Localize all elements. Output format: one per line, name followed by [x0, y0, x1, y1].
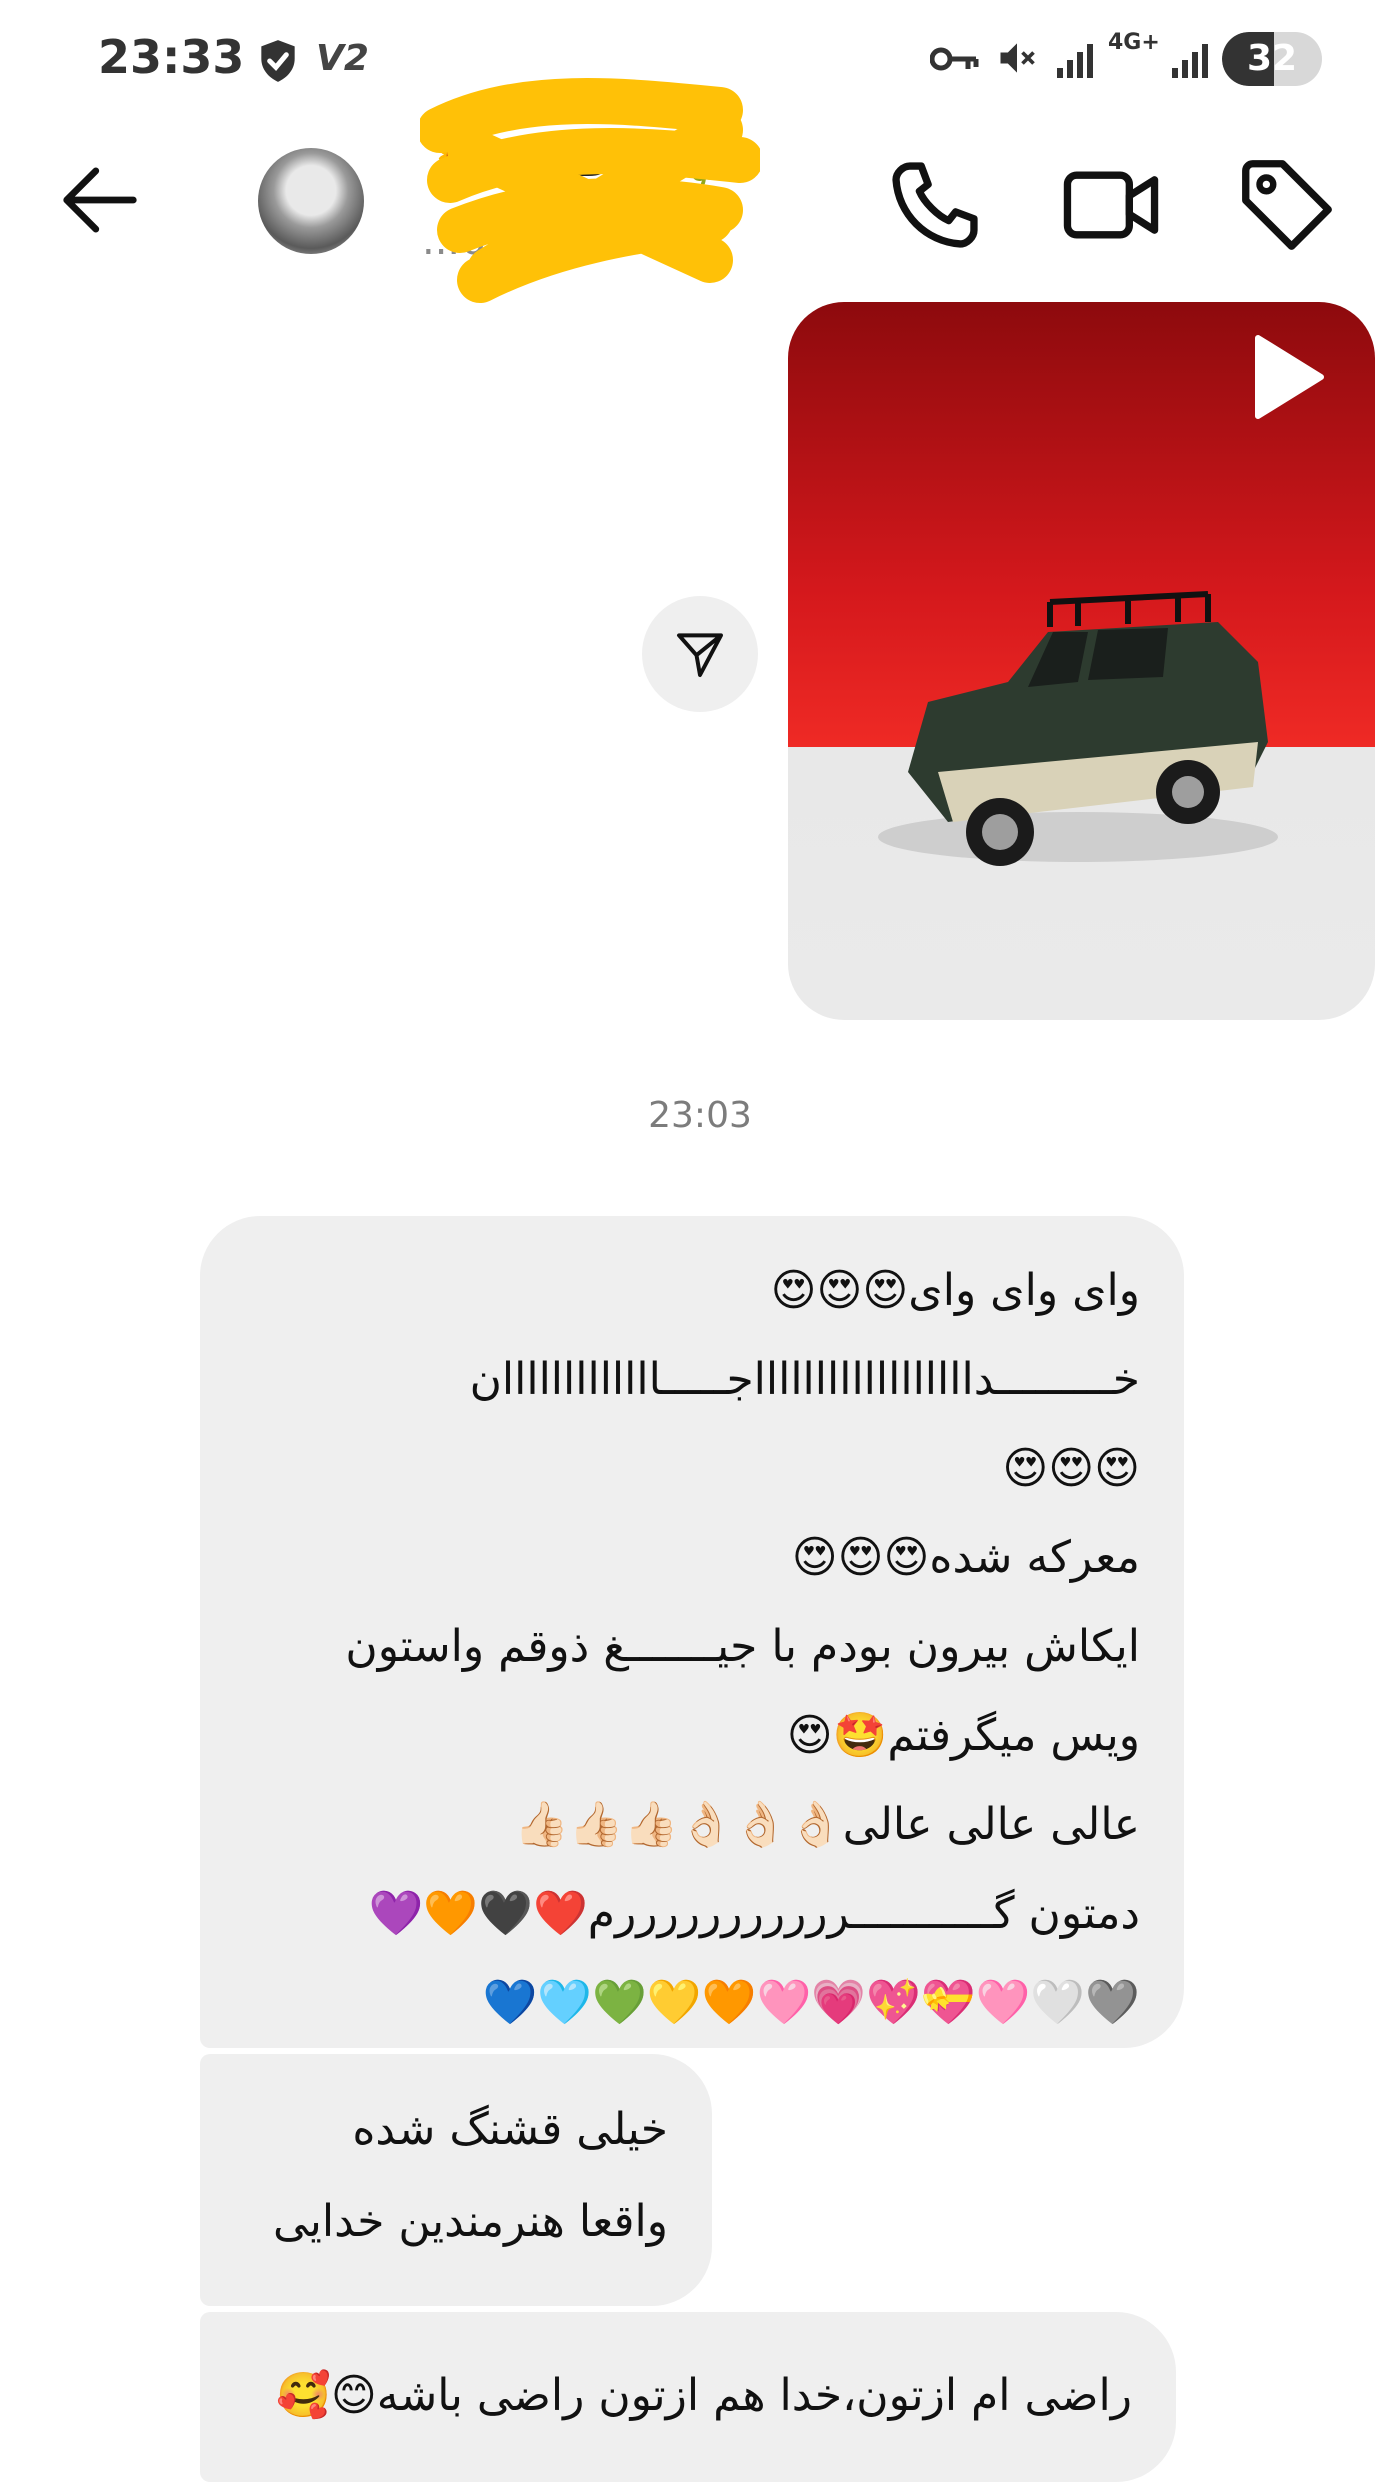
- message-line: خیلی قشنگ شده: [352, 2104, 668, 2155]
- shield-check-icon: [261, 40, 295, 82]
- back-arrow-icon[interactable]: [50, 150, 150, 250]
- avatar[interactable]: [258, 148, 364, 254]
- play-icon[interactable]: [1249, 332, 1327, 422]
- redaction-scribble: [420, 78, 760, 303]
- send-icon: [677, 633, 723, 677]
- message-line: خـــــــــدااااااااااااااااااجـــــااااا…: [469, 1354, 1140, 1405]
- signal-icon: [1057, 44, 1093, 78]
- incoming-message-bubble[interactable]: خیلی قشنگ شده واقعا هنرمندین خدایی: [200, 2054, 712, 2306]
- vpn-label: V2: [316, 38, 369, 79]
- message-line: 😍😍😍: [1002, 1443, 1140, 1494]
- key-icon: [930, 47, 979, 71]
- message-line: ویس میگرفتم🤩😍: [786, 1710, 1140, 1761]
- tag-icon[interactable]: [1232, 150, 1342, 260]
- message-line: 💙🩵💚💛🧡🩷💗💖💝🩷🤍🩶: [482, 1977, 1140, 2028]
- message-line: راضی ام ازتون،خدا هم ازتون راضی باشه😊🥰: [276, 2370, 1132, 2421]
- share-button[interactable]: [642, 596, 758, 712]
- incoming-message-bubble[interactable]: وای وای وای😍😍😍 خـــــــــداااااااااااااا…: [200, 1216, 1184, 2048]
- phone-icon[interactable]: [880, 150, 990, 260]
- message-line: وای وای وای😍😍😍: [770, 1265, 1140, 1316]
- shared-video-message[interactable]: [788, 302, 1375, 1020]
- message-timestamp: 23:03: [648, 1095, 752, 1136]
- message-line: معرکه شده😍😍😍: [791, 1532, 1140, 1583]
- battery-level: 32: [1246, 38, 1298, 79]
- status-time: 23:33: [98, 30, 245, 84]
- message-line: ایکاش بیرون بودم با جیـــــــغ ذوقم واست…: [345, 1621, 1140, 1672]
- message-line: عالی عالی عالی👌🏻👌🏻👌🏻👍🏻👍🏻👍🏻: [514, 1799, 1140, 1850]
- video-call-icon[interactable]: [1056, 150, 1166, 260]
- mute-icon: [1000, 43, 1035, 73]
- incoming-message-bubble[interactable]: راضی ام ازتون،خدا هم ازتون راضی باشه😊🥰: [200, 2312, 1176, 2482]
- message-line: واقعا هنرمندین خدایی: [273, 2196, 668, 2247]
- message-line: دمتون گـــــــــــرررررررررررم❤️🖤🧡💜: [368, 1888, 1140, 1939]
- signal-icon: [1172, 44, 1208, 78]
- status-icons: 4G+ 32: [920, 30, 1322, 90]
- network-type: 4G+: [1108, 30, 1160, 55]
- battery-indicator: 32: [1222, 32, 1322, 86]
